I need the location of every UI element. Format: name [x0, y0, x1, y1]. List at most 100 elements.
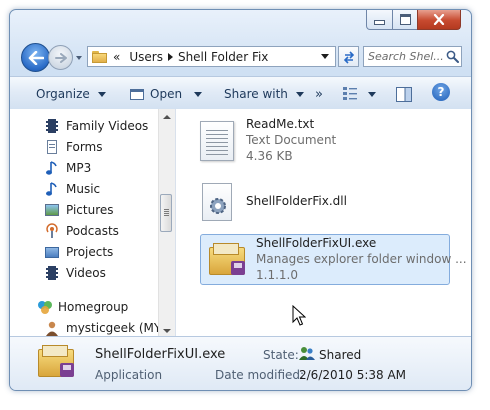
- nav-label: Videos: [66, 266, 106, 280]
- file-name: ReadMe.txt: [246, 117, 315, 131]
- folder-icon: [92, 50, 107, 63]
- application-folder-icon: [36, 341, 78, 383]
- organize-button[interactable]: Organize: [36, 86, 106, 102]
- chevron-down-icon: [368, 91, 376, 97]
- search-icon: [446, 50, 459, 63]
- nav-label: Forms: [66, 140, 103, 154]
- nav-item-music[interactable]: Music: [44, 180, 100, 198]
- chevron-down-icon: [97, 91, 106, 97]
- share-with-label: Share with: [224, 87, 288, 101]
- shared-users-icon: [299, 345, 315, 361]
- nav-label: Family Videos: [66, 119, 149, 133]
- address-bar[interactable]: « Users Shell Folder Fix: [87, 46, 336, 67]
- details-modified-value: 2/6/2010 5:38 AM: [299, 368, 407, 382]
- maximize-icon: [399, 14, 411, 25]
- nav-label: Music: [66, 182, 101, 196]
- navigation-scrollbar[interactable]: [158, 109, 175, 336]
- music-icon: [44, 160, 60, 176]
- minimize-icon: [374, 20, 385, 25]
- more-commands-button[interactable]: »: [315, 86, 323, 102]
- chevron-down-icon: [76, 56, 82, 60]
- preview-pane-icon: [396, 86, 412, 102]
- details-modified-label: Date modified:: [215, 368, 305, 382]
- view-details-icon: [343, 87, 357, 100]
- file-item-dll[interactable]: ShellFolderFix.dll: [186, 181, 446, 225]
- application-folder-icon: [207, 241, 247, 279]
- nav-label: Homegroup: [58, 300, 129, 314]
- dll-gear-icon: [202, 183, 232, 221]
- nav-label: Podcasts: [66, 224, 119, 238]
- command-bar: Organize Open Share with » ?: [10, 76, 471, 110]
- navigation-pane: Family Videos Forms MP3 Music Pictures P…: [10, 109, 176, 336]
- forward-arrow-icon: [54, 52, 67, 63]
- details-state-value: Shared: [319, 348, 362, 362]
- document-icon: [44, 139, 60, 155]
- file-size: 4.36 KB: [246, 149, 293, 163]
- user-icon: [44, 320, 60, 336]
- file-item-readme[interactable]: ReadMe.txt Text Document 4.36 KB: [186, 117, 446, 173]
- nav-item-podcasts[interactable]: Podcasts: [44, 222, 119, 240]
- nav-item-mp3[interactable]: MP3: [44, 159, 91, 177]
- picture-icon: [44, 202, 60, 218]
- refresh-icon: [343, 50, 354, 64]
- refresh-button[interactable]: [338, 46, 359, 67]
- file-name: ShellFolderFix.dll: [246, 194, 347, 208]
- close-button[interactable]: [417, 10, 461, 30]
- nav-label: MP3: [66, 161, 92, 175]
- help-icon: ?: [432, 83, 450, 101]
- nav-label: Projects: [66, 245, 114, 259]
- file-item-exe[interactable]: ShellFolderFixUI.exe Manages explorer fo…: [200, 234, 467, 285]
- recent-pages-dropdown[interactable]: [74, 54, 84, 62]
- file-name: ShellFolderFixUI.exe: [256, 236, 377, 250]
- organize-label: Organize: [36, 87, 90, 101]
- music-icon: [44, 181, 60, 197]
- share-with-button[interactable]: Share with: [224, 86, 304, 102]
- nav-item-forms[interactable]: Forms: [44, 138, 102, 156]
- homegroup-icon: [36, 299, 52, 315]
- breadcrumb-overflow[interactable]: «: [107, 50, 124, 64]
- breadcrumb-users[interactable]: Users: [124, 50, 168, 64]
- chevron-down-icon: [295, 91, 304, 97]
- back-arrow-icon: [28, 50, 44, 65]
- forward-button[interactable]: [48, 45, 73, 70]
- nav-item-pictures[interactable]: Pictures: [44, 201, 114, 219]
- close-icon: [433, 14, 445, 25]
- chevron-down-icon: [194, 91, 203, 97]
- nav-item-projects[interactable]: Projects: [44, 243, 113, 261]
- nav-item-homegroup[interactable]: Homegroup: [36, 298, 128, 316]
- nav-label: Pictures: [66, 203, 114, 217]
- podcast-icon: [44, 223, 60, 239]
- minimize-button[interactable]: [366, 10, 393, 30]
- mouse-cursor-icon: [292, 305, 306, 326]
- back-button[interactable]: [21, 43, 50, 72]
- details-pane: ShellFolderFixUI.exe Application State: …: [10, 336, 471, 390]
- nav-item-family-videos[interactable]: Family Videos: [44, 117, 148, 135]
- application-icon: [130, 88, 144, 100]
- file-description: Manages explorer folder window ...: [256, 252, 467, 266]
- video-icon: [44, 118, 60, 134]
- video-icon: [44, 265, 60, 281]
- nav-label: mysticgeek (MYS: [66, 321, 169, 335]
- open-button[interactable]: Open: [130, 86, 203, 102]
- change-view-button[interactable]: [342, 86, 376, 102]
- scrollbar-thumb[interactable]: [160, 194, 172, 232]
- chevron-down-icon: [321, 54, 329, 59]
- explorer-window: « Users Shell Folder Fix Organize Open S…: [9, 9, 472, 391]
- search-input[interactable]: [364, 50, 446, 63]
- text-document-icon: [200, 121, 234, 161]
- scroll-up-icon: [163, 115, 171, 119]
- file-type: Text Document: [246, 133, 337, 147]
- preview-pane-button[interactable]: [396, 86, 412, 102]
- help-button[interactable]: ?: [432, 83, 450, 101]
- breadcrumb-shell-folder-fix[interactable]: Shell Folder Fix: [173, 50, 273, 64]
- maximize-button[interactable]: [392, 10, 418, 30]
- file-version: 1.1.1.0: [256, 268, 298, 282]
- nav-item-videos[interactable]: Videos: [44, 264, 106, 282]
- folder-icon: [44, 244, 60, 260]
- nav-item-homegroup-user[interactable]: mysticgeek (MYS: [44, 319, 169, 336]
- details-file-name: ShellFolderFixUI.exe: [95, 347, 226, 362]
- details-state-label: State:: [263, 348, 299, 362]
- address-dropdown-button[interactable]: [320, 52, 330, 62]
- open-label: Open: [150, 87, 183, 101]
- search-box[interactable]: [363, 46, 462, 67]
